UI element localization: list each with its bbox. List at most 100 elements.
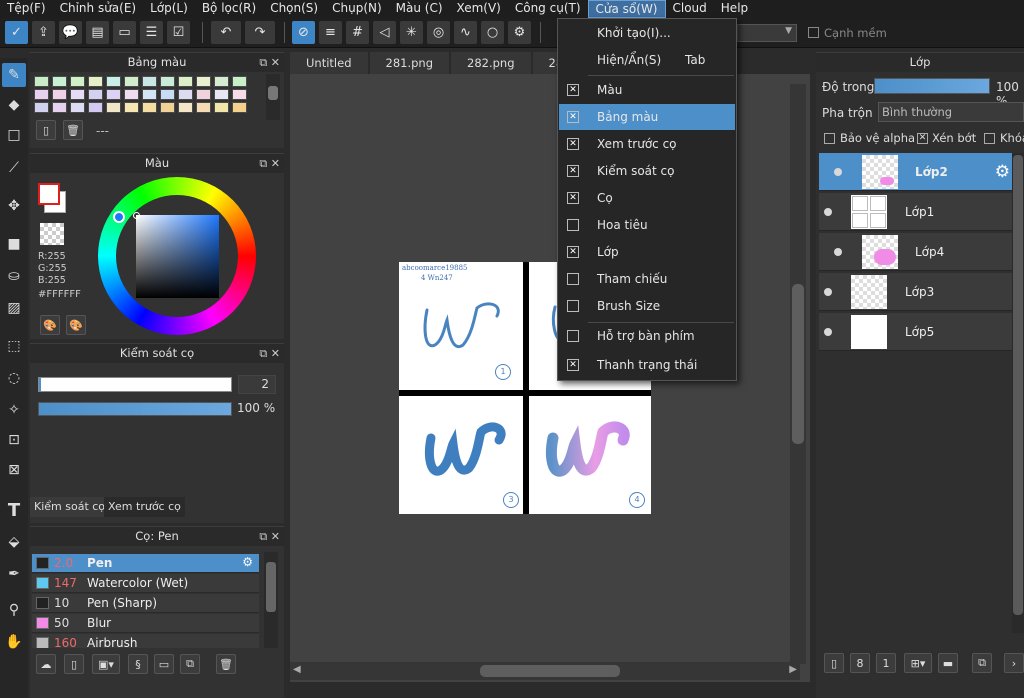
pen-tool-icon[interactable]: ✒ [2,562,26,586]
new-page-icon[interactable]: ▯ [36,120,56,140]
layer-row-lop3[interactable]: Lớp3 [819,273,1012,311]
menu-cloud[interactable]: Cloud [666,0,714,18]
frame-tool-icon[interactable]: ⬙ [2,530,26,554]
palette-swatch[interactable] [232,89,247,100]
brush-opacity-slider[interactable] [38,402,232,416]
palette-swatch[interactable] [34,89,49,100]
eraser-tool-icon[interactable]: ◆ [2,93,26,117]
grid-snap-icon[interactable]: # [346,21,369,44]
palette-swatch[interactable] [214,76,229,87]
brush-item-airbrush[interactable]: 160 Airbrush [32,634,259,648]
brush-item-pen-sharp[interactable]: 10 Pen (Sharp) [32,594,259,613]
lasso-tool-icon[interactable]: ◌ [2,366,26,390]
scroll-thumb[interactable] [268,86,278,100]
layer-row-lop5[interactable]: Lớp5 [819,313,1012,351]
eye-icon[interactable] [824,328,832,336]
menu-tools[interactable]: Công cụ(T) [508,0,588,18]
folder-icon[interactable]: ▭ [154,654,174,674]
brush-size-slider[interactable] [38,377,232,392]
palette-swatch[interactable] [34,102,49,113]
scroll-thumb[interactable] [266,562,276,612]
palette-settings-icon[interactable]: 🎨 [66,315,86,335]
transparent-color-swatch[interactable] [40,223,64,245]
tab-281[interactable]: 281.png [369,52,449,74]
brush-list-scrollbar[interactable] [264,552,278,648]
new-8bit-layer-icon[interactable]: 8 [850,653,870,673]
trash-icon[interactable]: 🗑 [63,120,83,140]
palette-swatch[interactable] [214,89,229,100]
brush-size-value[interactable]: 2 [238,375,276,394]
panel-controls[interactable]: ⧉ ✕ [259,53,280,72]
scroll-thumb[interactable] [1013,155,1023,615]
clipping-checkbox[interactable]: ✕ [917,133,928,144]
palette-swatch[interactable] [106,76,121,87]
gear-icon[interactable]: ⚙ [242,555,253,569]
checklist-icon[interactable]: ☑ [167,21,190,44]
circle-snap-icon[interactable]: ◎ [427,21,450,44]
no-snap-icon[interactable]: ⊘ [292,21,315,44]
scroll-thumb[interactable] [480,665,620,677]
tab-brush-preview[interactable]: Xem trước cọ [104,497,185,517]
hand-tool-icon[interactable]: ✋ [2,630,26,654]
menu-snap[interactable]: Chụp(N) [325,0,389,18]
export-icon[interactable]: ⇪ [32,21,55,44]
parallel-snap-icon[interactable]: ≡ [319,21,342,44]
text-tool-icon[interactable]: T [2,498,26,522]
menu-item-show-hide[interactable]: Hiện/Ẩn(S) Tab [559,47,735,73]
move-tool-icon[interactable]: ✥ [2,194,26,218]
layer-scrollbar[interactable] [1012,153,1024,633]
menu-item-brush-size[interactable]: Brush Size [559,293,735,319]
select-eraser-icon[interactable]: ⊠ [2,458,26,482]
scroll-right-icon[interactable]: ▶ [789,664,797,675]
protect-alpha-checkbox[interactable] [824,133,835,144]
folder-icon[interactable]: ▬ [938,653,958,673]
menu-item-brush-control[interactable]: ✕ Kiểm soát cọ [559,158,735,184]
undo-icon[interactable]: ↶ [211,21,241,44]
fill-rect-tool-icon[interactable]: ■ [2,232,26,256]
add-layer-menu-icon[interactable]: ⊞▾ [904,653,932,673]
brush-tool-icon[interactable]: ✎ [2,63,26,87]
menu-item-keyboard-support[interactable]: Hỗ trợ bàn phím [559,323,735,349]
palette-swatch[interactable] [160,76,175,87]
duplicate-icon[interactable]: ⧉ [972,653,992,673]
palette-icon[interactable]: 🎨 [40,315,60,335]
menu-edit[interactable]: Chỉnh sửa(E) [53,0,144,18]
redo-icon[interactable]: ↷ [245,21,275,44]
eye-icon[interactable] [824,208,832,216]
new-1bit-layer-icon[interactable]: 1 [876,653,896,673]
new-brush-icon[interactable]: ▯ [64,654,84,674]
menu-help[interactable]: Help [714,0,755,18]
document-icon[interactable]: ▭ [113,21,136,44]
saturation-square[interactable] [136,215,219,298]
palette-swatch[interactable] [214,102,229,113]
horizontal-scrollbar[interactable]: ◀ ▶ [290,662,800,680]
layer-opacity-slider[interactable] [874,78,990,94]
rectangle-tool-icon[interactable]: □ [2,123,26,147]
menu-window[interactable]: Cửa sổ(W) [587,0,666,18]
palette-swatch[interactable] [52,102,67,113]
palette-swatch[interactable] [106,102,121,113]
palette-swatch[interactable] [178,76,193,87]
blend-mode-select[interactable]: Bình thường [878,102,1024,122]
palette-swatch[interactable] [142,102,157,113]
menu-item-navigator[interactable]: Hoa tiêu [559,212,735,238]
bucket-tool-icon[interactable]: ⛀ [2,264,26,288]
palette-swatch[interactable] [124,76,139,87]
eyedropper-icon[interactable]: ⚲ [2,598,26,622]
eye-icon[interactable] [834,248,842,256]
palette-swatch[interactable] [52,76,67,87]
brush-item-blur[interactable]: 50 Blur [32,614,259,633]
ring-snap-icon[interactable]: ○ [481,21,504,44]
palette-swatch[interactable] [142,89,157,100]
palette-swatch[interactable] [88,102,103,113]
brush-script-icon[interactable]: § [128,654,148,674]
palette-swatch[interactable] [160,102,175,113]
palette-swatch[interactable] [70,76,85,87]
menu-filter[interactable]: Bộ lọc(R) [195,0,263,18]
palette-swatch[interactable] [124,89,139,100]
message-icon[interactable]: ▤ [86,21,109,44]
comment-icon[interactable]: 💬 [59,21,82,44]
tab-untitled[interactable]: Untitled [290,52,368,74]
palette-swatch[interactable] [196,76,211,87]
menu-item-color[interactable]: ✕ Màu [559,77,735,103]
